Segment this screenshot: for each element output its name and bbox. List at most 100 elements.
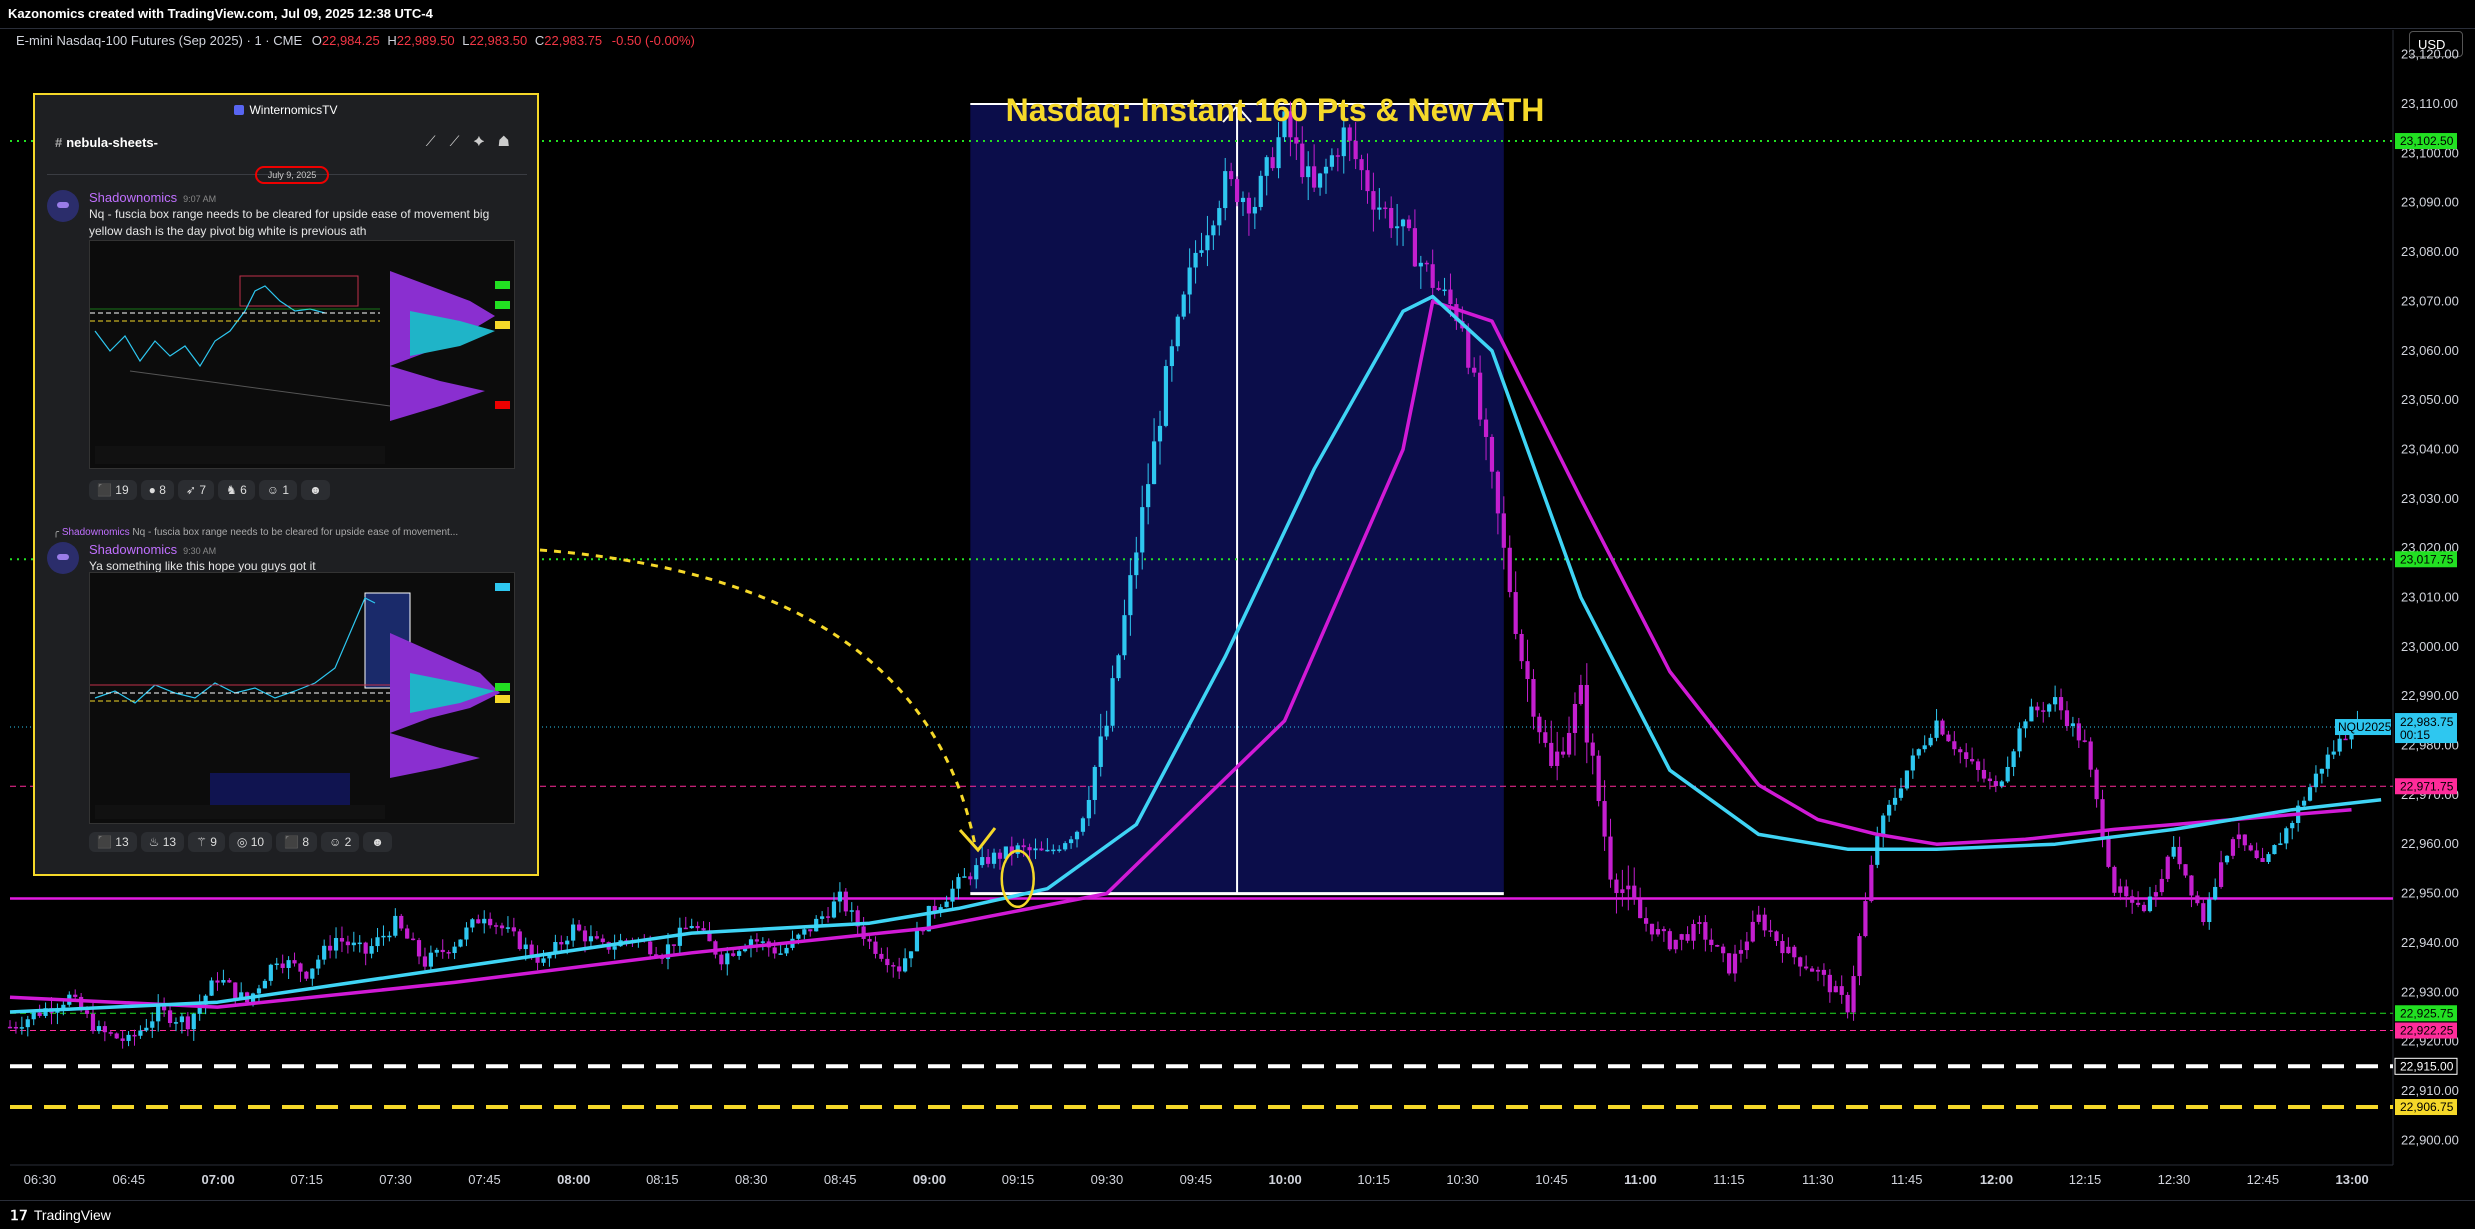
candle-body [1667,931,1672,950]
x-tick-label: 06:30 [24,1172,57,1187]
mute-icon[interactable]: ⟋ [450,133,474,149]
candle-body [737,951,742,956]
candle-body [2177,846,2182,865]
candle-body [1922,745,1927,750]
candle-body [808,929,813,932]
x-tick-label: 09:15 [1002,1172,1035,1187]
reaction-chip[interactable]: ☺ 2 [321,832,360,852]
candle-body [1187,267,1192,295]
attached-chart-image-2[interactable] [89,572,515,824]
candle-body [1703,922,1708,940]
candle-body [719,954,724,965]
x-tick-label: 07:15 [290,1172,323,1187]
candle-body [2029,706,2034,722]
message-text: Nq - fuscia box range needs to be cleare… [89,207,490,238]
candle-body [381,935,386,938]
x-tick-label: 12:15 [2069,1172,2102,1187]
candle-body [1572,704,1578,733]
candle-body [322,945,327,960]
members-icon[interactable]: ☗ [499,133,524,149]
candle-body [393,915,398,936]
reaction-chip[interactable]: ♞ 6 [218,480,255,500]
reaction-chip[interactable]: ☺ 1 [258,480,298,500]
reaction-chip[interactable]: ⬛ 13 [89,832,137,852]
x-tick-label: 10:15 [1357,1172,1390,1187]
candle-body [227,980,232,983]
candle-body [725,953,730,965]
candle-body [156,1005,161,1022]
candle-body [1590,742,1595,756]
candle-body [1626,885,1631,890]
candle-body [31,1012,36,1020]
avatar[interactable] [47,190,79,222]
candle-body [1080,818,1086,832]
threads-icon[interactable]: ⟋ [426,133,450,149]
candle-body [849,910,854,912]
candle-body [695,926,700,929]
candle-body [1258,175,1263,207]
candle-body [1359,159,1364,171]
message-author[interactable]: Shadownomics 9:30 AM [89,542,216,557]
candle-body [1827,974,1832,993]
reaction-chip[interactable]: ● 8 [140,480,174,500]
price-tag-label: 22,915.00 [2400,1059,2454,1073]
x-tick-label: 12:45 [2247,1172,2280,1187]
candle-body [138,1030,143,1036]
x-tick-label: 07:00 [201,1172,234,1187]
attached-chart-image-1[interactable] [89,240,515,469]
candle-body [831,901,837,918]
candle-body [2272,845,2277,855]
candle-body [1193,252,1198,268]
message-author[interactable]: Shadownomics 9:07 AM [89,190,216,205]
add-reaction-icon[interactable]: ☻ [363,832,392,852]
candle-body [582,930,588,942]
candle-body [683,927,688,930]
candle-body [1027,847,1032,851]
reaction-chip[interactable]: ♨ 13 [140,832,185,852]
candle-body [13,1026,19,1029]
y-tick-label: 23,120.00 [2401,47,2459,62]
candle-body [1098,736,1103,767]
candle-body [274,963,279,966]
server-header: WinternomicsTV [35,103,537,117]
candle-body [1744,941,1749,951]
candle-body [1045,849,1050,852]
candle-body [571,924,576,941]
candle-body [974,865,979,880]
candle-body [1312,166,1317,188]
candle-body [505,927,511,929]
discord-embed-panel: WinternomicsTV # nebula-sheets- ⟋⟋✦☗ July… [33,93,539,876]
candle-body [102,1026,107,1033]
candle-body [1146,484,1151,508]
candle-body [2207,899,2212,923]
candle-body [1738,950,1744,954]
date-separator: July 9, 2025 [255,166,329,184]
candle-body [1175,316,1180,347]
candle-body [1732,953,1738,974]
reaction-chip[interactable]: ➶ 7 [177,480,214,500]
reaction-chip[interactable]: ⬛ 19 [89,480,137,500]
add-reaction-icon[interactable]: ☻ [301,480,330,500]
server-name: WinternomicsTV [249,103,338,117]
y-tick-label: 23,110.00 [2401,96,2458,111]
reaction-chip[interactable]: ◎ 10 [228,832,273,852]
candle-body [1163,366,1169,426]
candle-body [221,980,226,983]
candle-body [280,963,285,968]
candle-body [2331,751,2336,755]
tradingview-logo[interactable]: 𝟣𝟩 TradingView [10,1207,111,1224]
pin-icon[interactable]: ✦ [473,133,498,149]
candle-body [1134,552,1139,576]
price-tag-label: 22,925.75 [2400,1006,2454,1020]
candle-body [1940,720,1945,735]
candle-body [843,891,848,912]
reaction-chip[interactable]: ⚚ 9 [188,832,225,852]
candle-body [1353,140,1358,160]
avatar[interactable] [47,542,79,574]
reply-preview[interactable]: ╭ Shadownomics Nq - fuscia box range nee… [53,527,458,538]
candle-body [1513,592,1518,634]
hash-icon: # [55,135,63,150]
candle-body [1223,171,1228,209]
candle-body [1543,732,1548,743]
reaction-chip[interactable]: ⬛ 8 [276,832,318,852]
